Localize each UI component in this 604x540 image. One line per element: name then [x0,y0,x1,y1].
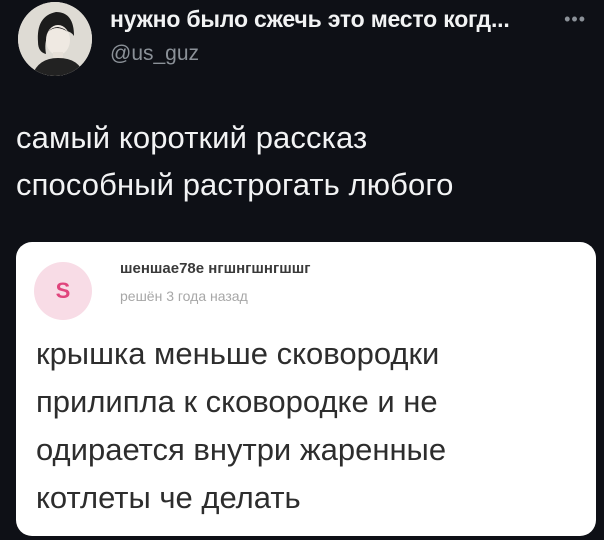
user-handle[interactable]: @us_guz [110,42,199,66]
card-username: шеншае78е нгшнгшнгшшг [120,260,311,277]
question-line: прилипла к сковородке и не [36,384,438,419]
embedded-question-card: S шеншае78е нгшнгшнгшшг решён 3 года наз… [16,242,596,536]
question-line: котлеты че делать [36,480,301,515]
tweet-text-line: самый короткий рассказ [16,120,368,155]
more-dots-icon[interactable]: ••• [564,10,586,28]
question-line: одирается внутри жаренные [36,432,447,467]
tweet-text: самый короткий рассказ способный растрог… [16,114,588,208]
card-timestamp: решён 3 года назад [120,288,248,304]
tweet-text-line: способный растрогать любого [16,167,454,202]
card-question-text: крышка меньше сковородки прилипла к сков… [36,330,584,522]
profile-avatar[interactable] [18,2,92,76]
question-line: крышка меньше сковородки [36,336,440,371]
tweet-header: нужно было сжечь это место когд... @us_g… [0,0,604,95]
display-name[interactable]: нужно было сжечь это место когд... [110,6,510,33]
card-user-avatar: S [34,262,92,320]
